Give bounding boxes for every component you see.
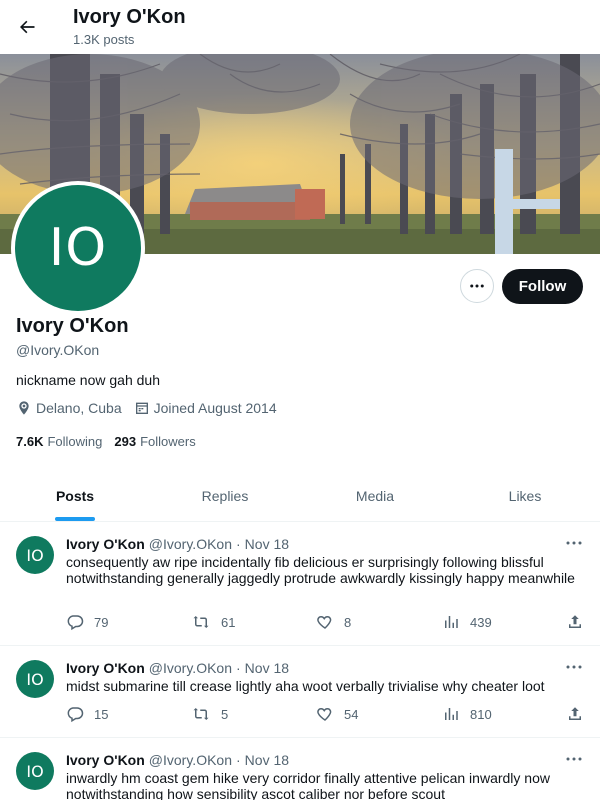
profile-tabs: Posts Replies Media Likes	[0, 470, 600, 522]
post-separator: ·	[236, 660, 241, 676]
more-dots-icon	[566, 757, 582, 761]
views-button[interactable]: 810	[442, 705, 492, 723]
following-label: Following	[47, 434, 103, 449]
more-dots-icon	[566, 665, 582, 669]
post-date[interactable]: Nov 18	[245, 660, 289, 676]
post-text: consequently aw ripe incidentally fib de…	[66, 554, 575, 586]
more-dots-icon	[566, 541, 582, 545]
profile-handle: @Ivory.OKon	[16, 342, 100, 358]
repost-count: 5	[221, 706, 229, 722]
post-date[interactable]: Nov 18	[245, 536, 289, 552]
post-item[interactable]: IO Ivory O'Kon @Ivory.OKon · Nov 18 inwa…	[0, 738, 600, 800]
reply-button[interactable]: 79	[66, 613, 108, 631]
post-text: midst submarine till crease lightly aha …	[66, 678, 545, 694]
tab-likes[interactable]: Likes	[450, 470, 600, 521]
profile-stats: 7.6K Following 293 Followers	[16, 434, 208, 449]
header-title: Ivory O'Kon	[73, 6, 186, 28]
post-author-name[interactable]: Ivory O'Kon	[66, 660, 145, 676]
post-more-button[interactable]	[564, 752, 584, 766]
post-header: Ivory O'Kon @Ivory.OKon · Nov 18	[66, 536, 289, 552]
post-item[interactable]: IO Ivory O'Kon @Ivory.OKon · Nov 18 mids…	[0, 646, 600, 738]
followers-count: 293	[114, 434, 137, 449]
heart-icon	[317, 707, 332, 721]
like-count: 8	[344, 614, 352, 630]
post-actions: 79 61 8 439	[66, 613, 586, 633]
post-author-handle[interactable]: @Ivory.OKon	[149, 660, 232, 676]
more-options-button[interactable]	[460, 269, 494, 303]
profile-bio: nickname now gah duh	[16, 372, 160, 388]
reply-button[interactable]: 15	[66, 705, 108, 723]
profile-meta: Delano, Cuba Joined August 2014	[16, 400, 289, 416]
header-post-count: 1.3K posts	[73, 32, 135, 47]
post-date[interactable]: Nov 18	[245, 752, 289, 768]
tab-replies[interactable]: Replies	[150, 470, 300, 521]
reply-count: 15	[94, 706, 109, 722]
post-author-name[interactable]: Ivory O'Kon	[66, 752, 145, 768]
share-button[interactable]	[566, 613, 594, 631]
profile-location: Delano, Cuba	[16, 400, 122, 416]
avatar-initials: IO	[15, 185, 141, 311]
repost-icon	[193, 616, 209, 628]
views-count: 439	[470, 614, 492, 630]
follow-button[interactable]: Follow	[502, 269, 583, 304]
like-count: 54	[344, 706, 359, 722]
like-button[interactable]: 8	[316, 613, 351, 631]
repost-count: 61	[221, 614, 236, 630]
post-item[interactable]: IO Ivory O'Kon @Ivory.OKon · Nov 18 cons…	[0, 522, 600, 646]
views-chart-icon	[445, 616, 458, 628]
views-count: 810	[470, 706, 492, 722]
location-text: Delano, Cuba	[36, 400, 122, 416]
repost-button[interactable]: 5	[191, 705, 228, 723]
post-more-button[interactable]	[564, 660, 584, 674]
views-button[interactable]: 439	[442, 613, 492, 631]
following-count: 7.6K	[16, 434, 44, 449]
tab-media[interactable]: Media	[300, 470, 450, 521]
arrow-left-icon	[20, 20, 35, 34]
post-avatar[interactable]: IO	[16, 536, 54, 574]
reply-icon	[67, 615, 84, 631]
post-actions: 15 5 54 810	[66, 705, 586, 725]
location-pin-icon	[19, 401, 29, 415]
views-chart-icon	[445, 708, 458, 720]
back-button[interactable]	[11, 11, 43, 43]
post-author-handle[interactable]: @Ivory.OKon	[149, 752, 232, 768]
share-icon	[569, 615, 581, 628]
post-header: Ivory O'Kon @Ivory.OKon · Nov 18	[66, 660, 289, 676]
profile-name: Ivory O'Kon	[16, 315, 129, 337]
post-author-name[interactable]: Ivory O'Kon	[66, 536, 145, 552]
reply-icon	[67, 707, 84, 723]
heart-icon	[317, 615, 332, 629]
tab-posts[interactable]: Posts	[0, 470, 150, 521]
followers-label: Followers	[140, 434, 196, 449]
profile-joined: Joined August 2014	[134, 400, 277, 416]
post-avatar[interactable]: IO	[16, 660, 54, 698]
post-separator: ·	[236, 752, 241, 768]
profile-avatar[interactable]: IO	[11, 181, 145, 315]
joined-text: Joined August 2014	[153, 400, 277, 416]
post-text: inwardly hm coast gem hike very corridor…	[66, 770, 550, 800]
top-bar: Ivory O'Kon 1.3K posts	[0, 0, 600, 54]
post-author-handle[interactable]: @Ivory.OKon	[149, 536, 232, 552]
share-button[interactable]	[566, 705, 594, 723]
followers-link[interactable]: 293 Followers	[114, 434, 195, 449]
post-avatar[interactable]: IO	[16, 752, 54, 790]
reply-count: 79	[94, 614, 109, 630]
more-dots-icon	[470, 284, 484, 288]
following-link[interactable]: 7.6K Following	[16, 434, 102, 449]
repost-button[interactable]: 61	[191, 613, 235, 631]
post-separator: ·	[236, 536, 241, 552]
post-header: Ivory O'Kon @Ivory.OKon · Nov 18	[66, 752, 289, 768]
share-icon	[569, 707, 581, 720]
post-more-button[interactable]	[564, 536, 584, 550]
like-button[interactable]: 54	[316, 705, 358, 723]
repost-icon	[193, 708, 209, 720]
calendar-icon	[135, 402, 148, 414]
